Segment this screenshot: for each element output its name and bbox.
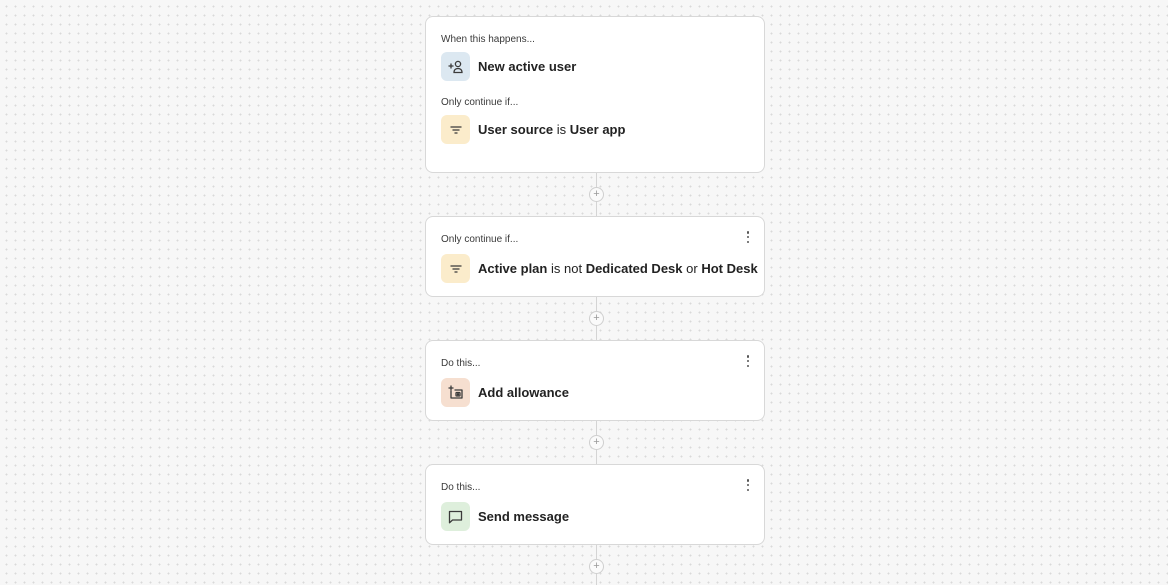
condition-text: User source is User app: [478, 122, 625, 137]
add-step-button[interactable]: +: [589, 435, 604, 450]
condition-value: User app: [569, 122, 626, 137]
message-icon-tile: [441, 502, 470, 531]
filter-label: Only continue if...: [441, 234, 519, 245]
filter-icon-tile: [441, 254, 470, 283]
add-step-button[interactable]: +: [589, 187, 604, 202]
add-allowance-icon-tile: [441, 378, 470, 407]
trigger-label: When this happens...: [441, 34, 535, 45]
send-message-title: Send message: [478, 509, 570, 524]
add-step-button[interactable]: +: [589, 559, 604, 574]
user-plus-icon: [447, 60, 463, 73]
add-allowance-icon: [447, 385, 463, 399]
trigger-row[interactable]: New active user: [441, 52, 576, 81]
filter-icon-tile: [441, 115, 470, 144]
filter-joiner: or: [686, 261, 698, 276]
action-label: Do this...: [441, 358, 481, 369]
condition-operator: is: [556, 122, 567, 137]
add-allowance-card[interactable]: Do this... Add allowance: [425, 340, 765, 421]
condition-field: User source: [478, 122, 554, 137]
more-options-icon[interactable]: [744, 478, 752, 492]
filter-icon: [449, 125, 462, 134]
send-message-card[interactable]: Do this... Send message: [425, 464, 765, 545]
action-label: Do this...: [441, 482, 481, 493]
trigger-card[interactable]: When this happens... New active user Onl…: [425, 16, 765, 173]
filter-value-1: Dedicated Desk: [585, 261, 683, 276]
trigger-title: New active user: [478, 59, 577, 74]
add-allowance-title: Add allowance: [478, 385, 570, 400]
send-message-row[interactable]: Send message: [441, 502, 569, 531]
message-icon: [448, 510, 463, 523]
more-options-icon[interactable]: [744, 354, 752, 368]
filter-row[interactable]: Active plan is not Dedicated Desk or Hot…: [441, 254, 758, 283]
filter-operator: is not: [550, 261, 583, 276]
filter-text: Active plan is not Dedicated Desk or Hot…: [478, 261, 758, 276]
condition-label: Only continue if...: [441, 97, 519, 108]
filter-card[interactable]: Only continue if... Active plan is not D…: [425, 216, 765, 297]
trigger-icon-tile: [441, 52, 470, 81]
add-allowance-row[interactable]: Add allowance: [441, 378, 569, 407]
condition-row[interactable]: User source is User app: [441, 115, 625, 144]
filter-icon: [449, 264, 462, 273]
more-options-icon[interactable]: [744, 230, 752, 244]
filter-value-2: Hot Desk: [701, 261, 758, 276]
filter-field: Active plan: [478, 261, 548, 276]
add-step-button[interactable]: +: [589, 311, 604, 326]
